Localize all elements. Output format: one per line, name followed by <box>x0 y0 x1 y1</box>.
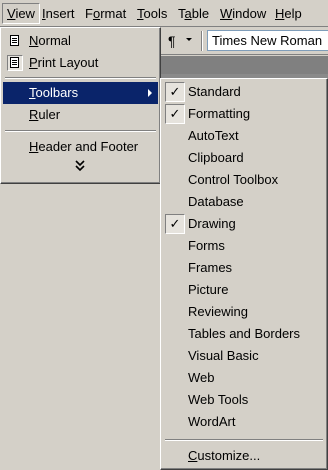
view-menu-item-header-footer[interactable]: Header and Footer <box>3 136 158 158</box>
toolbars-menu-item-label: Database <box>188 194 244 209</box>
toolbars-menu-item-label: AutoText <box>188 128 239 143</box>
show-hide-paragraph-button[interactable]: ¶ <box>168 31 194 51</box>
toolbars-menu-item-label: Frames <box>188 260 233 275</box>
view-menu: Normal Print Layout Toolbars Ruler Heade… <box>0 27 161 184</box>
toolbars-menu-item-label: Forms <box>188 238 225 253</box>
toolbars-menu-item[interactable]: ✓ Standard <box>163 81 325 103</box>
submenu-arrow-icon <box>148 89 152 97</box>
toolbars-menu-item-label: Control Toolbox <box>188 172 279 187</box>
view-menu-item-label: Ruler <box>29 107 61 122</box>
checkmark-icon: ✓ <box>165 104 185 124</box>
menu-help[interactable]: Help <box>271 3 306 24</box>
toolbars-menu-item-label: Standard <box>188 84 241 99</box>
toolbars-submenu: ✓ Standard ✓ Formatting AutoText Clipboard Con… <box>160 78 328 470</box>
menu-tools[interactable]: Tools <box>133 3 171 24</box>
checkmark-icon: ✓ <box>165 214 185 234</box>
expand-menu-chevron-icon[interactable] <box>73 160 87 174</box>
ruler-area <box>160 56 328 74</box>
view-menu-item-label: Print Layout <box>29 55 99 70</box>
toolbars-menu-item-label: Drawing <box>188 216 236 231</box>
menu-table[interactable]: Table <box>174 3 213 24</box>
toolbars-menu-item-label: Formatting <box>188 106 251 121</box>
menu-separator <box>5 77 156 79</box>
print-layout-icon <box>7 55 23 71</box>
toolbars-menu-item-customize[interactable]: Customize... <box>163 445 325 467</box>
menu-window[interactable]: Window <box>216 3 270 24</box>
menu-separator <box>5 130 156 132</box>
toolbars-menu-item[interactable]: Tables and Borders <box>163 323 325 345</box>
toolbars-menu-item[interactable]: AutoText <box>163 125 325 147</box>
toolbars-menu-item[interactable]: Forms <box>163 235 325 257</box>
toolbars-menu-item-label: Clipboard <box>188 150 244 165</box>
toolbars-menu-item[interactable]: Reviewing <box>163 301 325 323</box>
toolbars-menu-item-label: Web <box>188 370 215 385</box>
view-menu-item-toolbars[interactable]: Toolbars <box>3 82 158 104</box>
toolbars-menu-item[interactable]: Web Tools <box>163 389 325 411</box>
toolbars-menu-item[interactable]: Database <box>163 191 325 213</box>
toolbars-menu-item[interactable]: ✓ Drawing <box>163 213 325 235</box>
normal-view-icon <box>7 33 23 49</box>
toolbars-menu-item-label: WordArt <box>188 414 236 429</box>
menu-format[interactable]: Format <box>81 3 130 24</box>
customize-label: Customize... <box>188 448 261 463</box>
view-menu-item-normal[interactable]: Normal <box>3 30 158 52</box>
menu-view[interactable]: View <box>2 3 40 24</box>
formatting-toolbar: ¶ Times New Roman <box>160 27 328 55</box>
view-menu-item-label: Header and Footer <box>29 139 139 154</box>
toolbars-menu-item-label: Reviewing <box>188 304 248 319</box>
toolbars-menu-item-label: Visual Basic <box>188 348 259 363</box>
toolbars-menu-item[interactable]: Picture <box>163 279 325 301</box>
menu-insert[interactable]: Insert <box>38 3 79 24</box>
toolbar-separator <box>201 31 203 51</box>
menu-bar: View Insert Format Tools Table Window He… <box>0 0 328 27</box>
view-menu-item-label: Toolbars <box>29 85 79 100</box>
toolbars-menu-item[interactable]: ✓ Formatting <box>163 103 325 125</box>
toolbars-menu-item-label: Tables and Borders <box>188 326 301 341</box>
toolbars-menu-item-label: Picture <box>188 282 229 297</box>
toolbars-menu-item[interactable]: Visual Basic <box>163 345 325 367</box>
font-name-combobox[interactable]: Times New Roman <box>207 30 328 51</box>
view-menu-item-ruler[interactable]: Ruler <box>3 104 158 126</box>
toolbars-menu-item[interactable]: Web <box>163 367 325 389</box>
paragraph-icon: ¶ <box>168 33 176 49</box>
toolbars-menu-item[interactable]: Frames <box>163 257 325 279</box>
menu-separator <box>165 439 323 441</box>
toolbars-menu-item[interactable]: Clipboard <box>163 147 325 169</box>
chevron-down-icon <box>186 38 192 41</box>
checkmark-icon: ✓ <box>165 82 185 102</box>
toolbars-menu-item[interactable]: WordArt <box>163 411 325 433</box>
toolbars-menu-item-label: Web Tools <box>188 392 249 407</box>
toolbars-menu-item[interactable]: Control Toolbox <box>163 169 325 191</box>
font-name-value: Times New Roman <box>212 33 323 48</box>
view-menu-item-print-layout[interactable]: Print Layout <box>3 52 158 74</box>
view-menu-item-label: Normal <box>29 33 71 48</box>
